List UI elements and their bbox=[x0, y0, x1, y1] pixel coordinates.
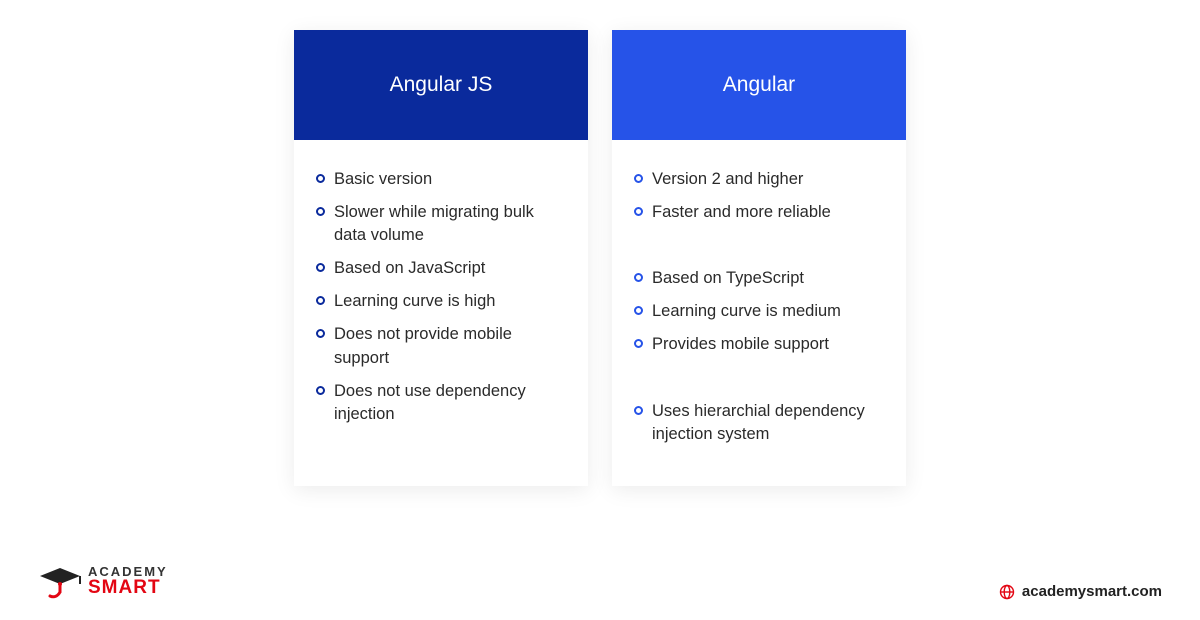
globe-icon bbox=[999, 584, 1015, 600]
bullet-icon bbox=[316, 174, 325, 183]
site-link[interactable]: academysmart.com bbox=[999, 583, 1162, 600]
card-body-angular: Version 2 and higher Faster and more rel… bbox=[612, 140, 906, 486]
bullet-icon bbox=[634, 339, 643, 348]
list-item: Basic version bbox=[316, 168, 566, 191]
list-item-text: Based on TypeScript bbox=[652, 267, 804, 290]
list-item: Based on TypeScript bbox=[634, 267, 884, 290]
brand-logo-text: ACADEMY SMART bbox=[88, 565, 168, 597]
list-item-text: Learning curve is high bbox=[334, 290, 495, 313]
list-item-text: Version 2 and higher bbox=[652, 168, 803, 191]
list-item: Based on JavaScript bbox=[316, 257, 566, 280]
list-item-text: Based on JavaScript bbox=[334, 257, 485, 280]
list-item: Slower while migrating bulk data volume bbox=[316, 201, 566, 247]
bullet-icon bbox=[316, 207, 325, 216]
list-item: Does not use dependency injection bbox=[316, 380, 566, 426]
bullet-icon bbox=[316, 263, 325, 272]
card-header-angularjs: Angular JS bbox=[294, 30, 588, 140]
list-item-text: Slower while migrating bulk data volume bbox=[334, 201, 566, 247]
list-item-text: Learning curve is medium bbox=[652, 300, 841, 323]
card-header-angular: Angular bbox=[612, 30, 906, 140]
comparison-container: Angular JS Basic version Slower while mi… bbox=[0, 0, 1200, 486]
brand-name-line2: SMART bbox=[88, 578, 168, 597]
brand-logo: ACADEMY SMART bbox=[38, 562, 168, 600]
card-body-angularjs: Basic version Slower while migrating bul… bbox=[294, 140, 588, 466]
list-item-text: Faster and more reliable bbox=[652, 201, 831, 224]
card-angular: Angular Version 2 and higher Faster and … bbox=[612, 30, 906, 486]
bullet-icon bbox=[634, 207, 643, 216]
list-item: Learning curve is medium bbox=[634, 300, 884, 323]
list-item: Uses hierarchial dependency injection sy… bbox=[634, 400, 884, 446]
list-item-text: Does not provide mobile support bbox=[334, 323, 566, 369]
bullet-icon bbox=[316, 329, 325, 338]
list-item-text: Provides mobile support bbox=[652, 333, 829, 356]
bullet-icon bbox=[634, 306, 643, 315]
list-item-text: Uses hierarchial dependency injection sy… bbox=[652, 400, 884, 446]
list-item: Version 2 and higher bbox=[634, 168, 884, 191]
list-item: Faster and more reliable bbox=[634, 201, 884, 224]
list-item: Provides mobile support bbox=[634, 333, 884, 356]
bullet-icon bbox=[634, 406, 643, 415]
list-item: Learning curve is high bbox=[316, 290, 566, 313]
bullet-icon bbox=[634, 273, 643, 282]
list-item-text: Does not use dependency injection bbox=[334, 380, 566, 426]
card-angularjs: Angular JS Basic version Slower while mi… bbox=[294, 30, 588, 486]
bullet-icon bbox=[634, 174, 643, 183]
list-item-text: Basic version bbox=[334, 168, 432, 191]
bullet-icon bbox=[316, 296, 325, 305]
site-url: academysmart.com bbox=[1022, 583, 1162, 600]
footer: ACADEMY SMART academysmart.com bbox=[38, 562, 1162, 600]
bullet-icon bbox=[316, 386, 325, 395]
list-item: Does not provide mobile support bbox=[316, 323, 566, 369]
graduation-cap-icon bbox=[38, 562, 82, 600]
